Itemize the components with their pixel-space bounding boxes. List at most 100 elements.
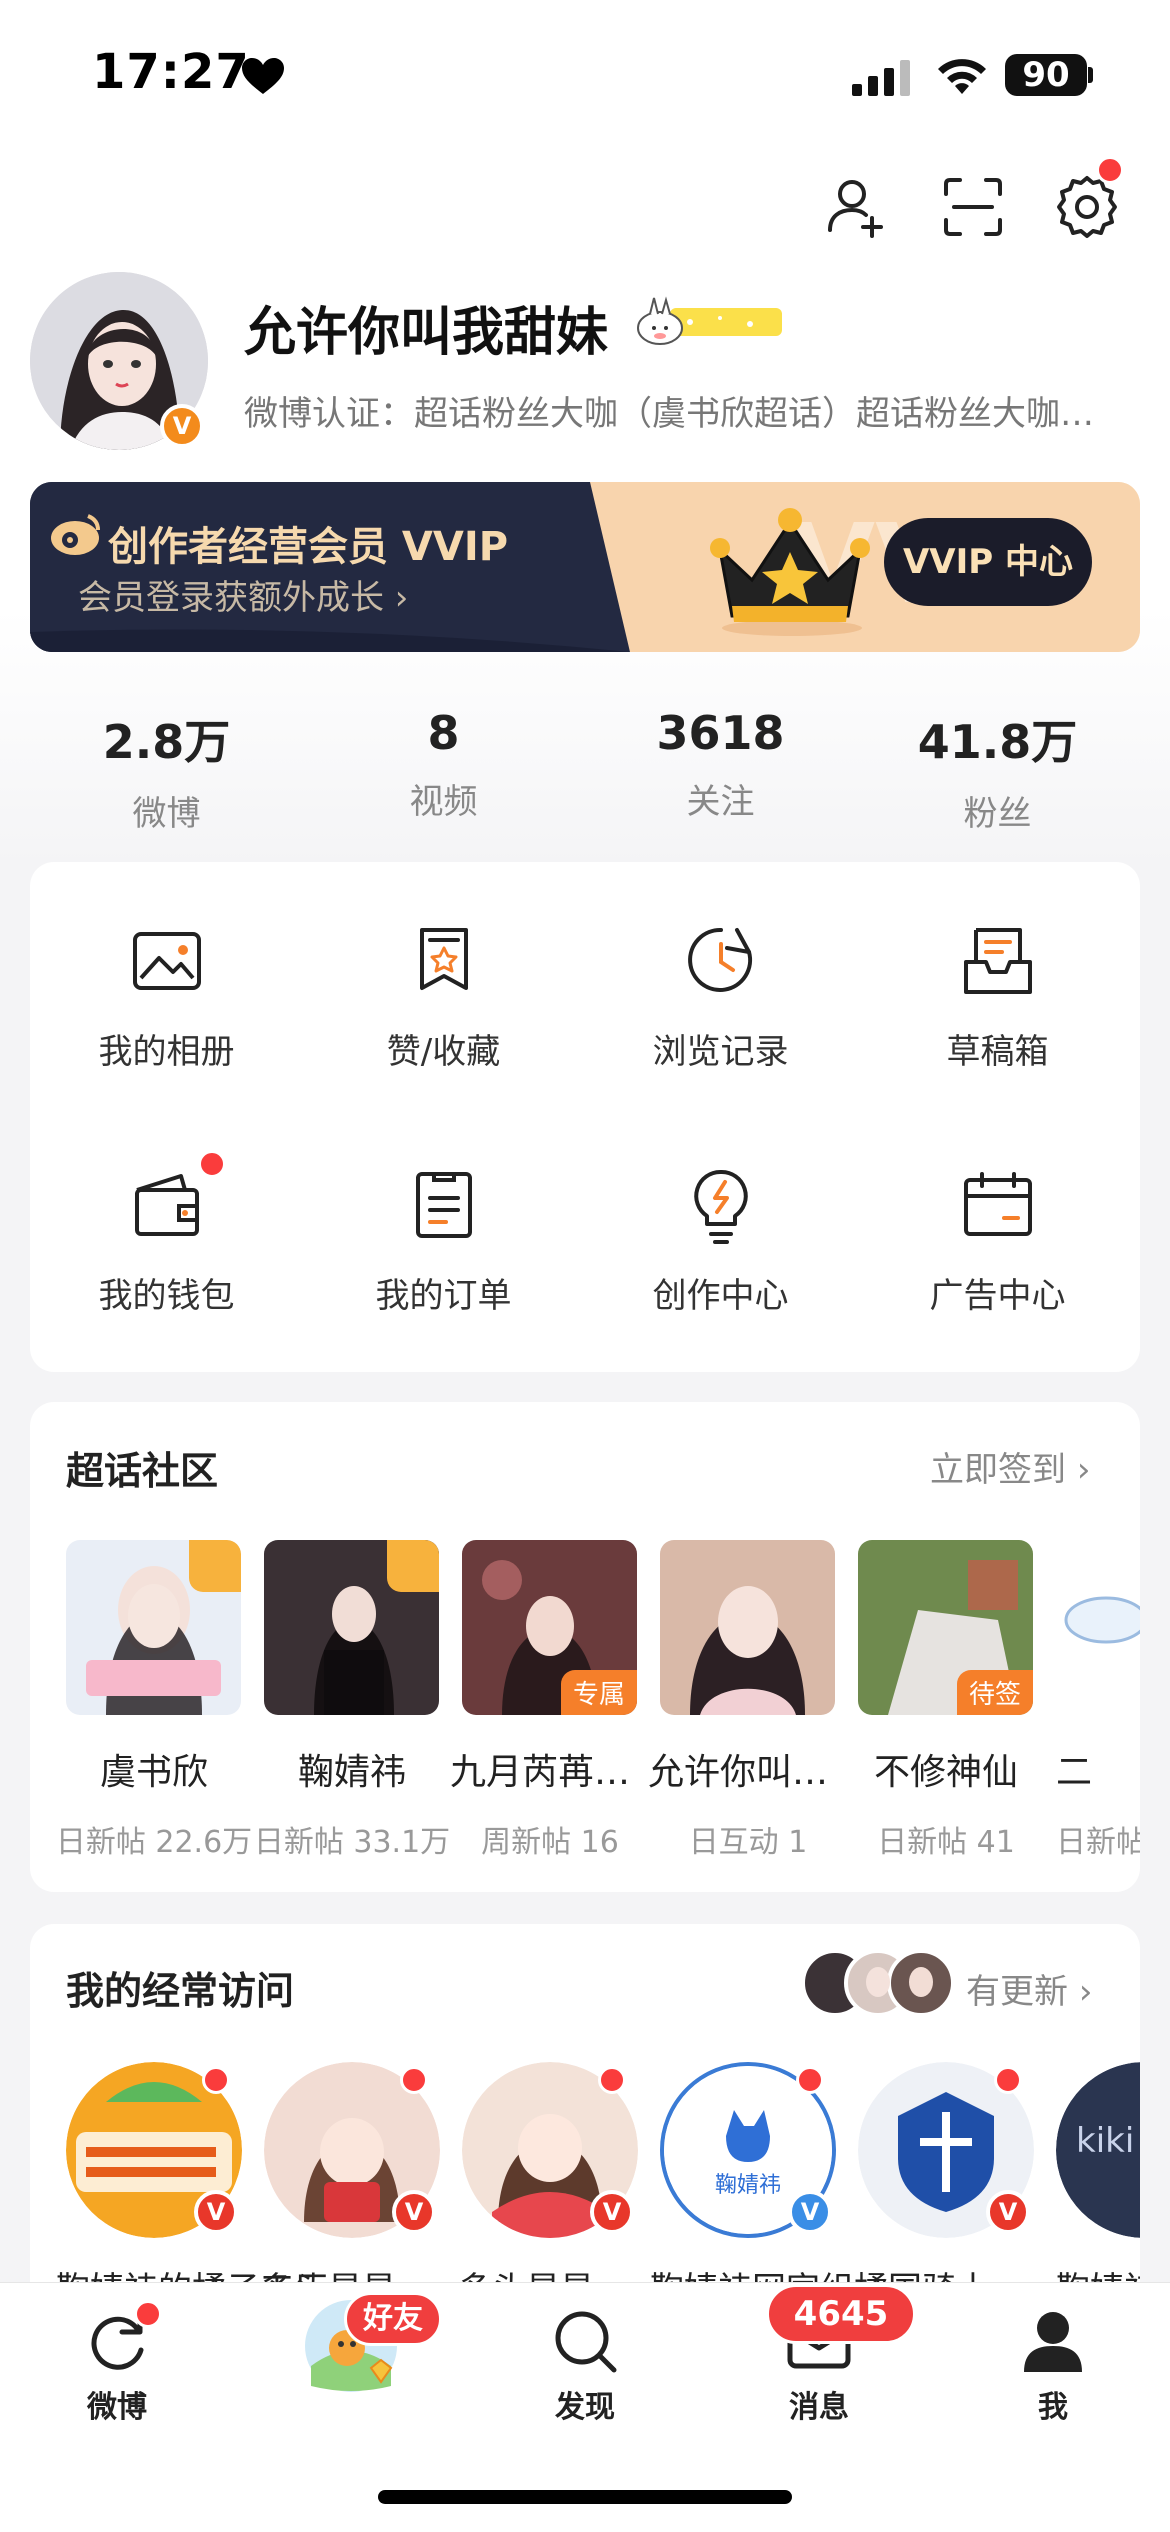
frequent-item[interactable]: V 橘国骑士 — [854, 2062, 1034, 2310]
stat-label: 微博 — [132, 794, 201, 834]
tool-ad-center[interactable]: 广告中心 — [859, 1166, 1136, 1317]
frequent-avatar: kiki — [1056, 2062, 1140, 2238]
tool-label: 浏览记录 — [652, 1032, 789, 1072]
history-icon — [687, 927, 752, 992]
profile-icon — [1024, 2312, 1082, 2372]
updated-avatars — [801, 1949, 955, 2017]
messages-badge: 4645 — [766, 2284, 916, 2344]
topic-meta: 日新帖 41 — [877, 1825, 1015, 1860]
heart-badge-icon — [387, 1540, 439, 1592]
bookmark-icon — [419, 928, 468, 990]
topic-item[interactable]: 专属 九月芮苒苒超话 周新帖 16 — [450, 1540, 650, 1861]
verified-badge: V — [986, 2190, 1030, 2234]
add-friend-icon[interactable] — [822, 172, 892, 242]
checkin-link[interactable]: 立即签到 › — [930, 1442, 1090, 1491]
tool-history[interactable]: 浏览记录 — [582, 922, 859, 1073]
verified-badge: V — [160, 404, 204, 448]
tool-drafts[interactable]: 草稿箱 — [859, 922, 1136, 1073]
supertopic-title: 超话社区 — [66, 1449, 219, 1493]
updates-link[interactable]: 有更新 › — [966, 1964, 1092, 2013]
topic-image — [660, 1540, 835, 1715]
heart-icon — [242, 58, 284, 94]
tab-label: 发现 — [555, 2390, 615, 2425]
tab-discover[interactable]: 发现 — [468, 2306, 702, 2426]
order-icon — [415, 1172, 472, 1238]
topic-meta: 日新帖 22.6万 — [55, 1825, 253, 1860]
vvip-center-button[interactable]: VVIP 中心 — [884, 518, 1092, 606]
frequent-item[interactable]: V 鞠婧祎的橘子工厂 — [56, 2062, 328, 2310]
stat-label: 关注 — [686, 782, 755, 822]
vvip-logo-icon — [51, 514, 100, 555]
tool-label: 广告中心 — [929, 1276, 1066, 1316]
stat-value: 2.8万 — [102, 715, 231, 769]
topic-image: 待签 — [858, 1540, 1033, 1715]
topic-meta: 日新帖 — [1056, 1825, 1140, 1860]
tool-favorites[interactable]: 赞/收藏 — [305, 922, 582, 1073]
battery-cap — [1088, 67, 1093, 83]
frequent-title: 我的经常访问 — [66, 1969, 295, 2013]
frequent-item[interactable]: kiki 鞠婧祎 — [1056, 2062, 1140, 2312]
search-icon — [555, 2311, 617, 2373]
scan-icon[interactable] — [938, 172, 1008, 242]
stat-video[interactable]: 8 视频 — [305, 706, 582, 823]
heart-badge-icon — [189, 1540, 241, 1592]
topic-meta: 周新帖 16 — [481, 1825, 619, 1860]
tab-me[interactable]: 我 — [936, 2306, 1170, 2426]
stat-weibo[interactable]: 2.8万 微博 — [28, 706, 305, 835]
wallet-icon — [134, 1174, 199, 1236]
update-dot — [202, 2066, 230, 2094]
stat-value: 3618 — [656, 706, 785, 760]
vvip-subtitle[interactable]: 会员登录获额外成长 › — [78, 570, 408, 619]
update-dot — [796, 2066, 824, 2094]
chevron-right-icon: › — [1078, 1972, 1093, 2012]
settings-notification-dot — [1096, 156, 1124, 184]
topic-image — [66, 1540, 241, 1715]
verified-badge: V — [590, 2190, 634, 2234]
topic-name: 允许你叫我甜妹 — [648, 1752, 848, 1793]
topic-item[interactable]: 二 日新帖 — [1056, 1540, 1140, 1861]
wallet-notification-dot — [198, 1150, 226, 1178]
topic-name: 虞书欣 — [99, 1752, 208, 1793]
verified-badge: V — [788, 2190, 832, 2234]
verified-badge: V — [194, 2190, 238, 2234]
tab-weibo[interactable]: 微博 — [0, 2306, 234, 2426]
tool-label: 创作中心 — [652, 1276, 789, 1316]
topic-image — [264, 1540, 439, 1715]
topic-tag: 待签 — [956, 1670, 1033, 1715]
signal-icon — [852, 60, 910, 96]
topic-item[interactable]: 允许你叫我甜妹 日互动 1 — [648, 1540, 848, 1861]
topic-meta: 日新帖 33.1万 — [253, 1825, 451, 1860]
tab-label: 微博 — [87, 2390, 147, 2425]
stat-label: 粉丝 — [963, 794, 1032, 834]
topic-image — [1056, 1540, 1140, 1715]
tool-orders[interactable]: 我的订单 — [305, 1166, 582, 1317]
battery-indicator: 90 — [1005, 54, 1087, 96]
topic-item[interactable]: 鞠婧祎 日新帖 33.1万 — [254, 1540, 450, 1861]
update-dot — [994, 2066, 1022, 2094]
tool-wallet[interactable]: 我的钱包 — [28, 1166, 305, 1317]
stat-following[interactable]: 3618 关注 — [582, 706, 859, 823]
photo-icon — [132, 932, 201, 990]
frequent-item[interactable]: 鞠婧祎 V 鞠婧祎网宣组 — [650, 2062, 854, 2310]
topic-meta: 日互动 1 — [688, 1825, 808, 1860]
frequent-item[interactable]: V 多头星星 — [260, 2062, 440, 2310]
weibo-notification-dot — [134, 2300, 162, 2328]
tool-label: 草稿箱 — [946, 1032, 1049, 1072]
topic-item[interactable]: 虞书欣 日新帖 22.6万 — [56, 1540, 252, 1861]
topic-name: 九月芮苒苒超话 — [450, 1752, 650, 1793]
svg-text:鞠婧祎: 鞠婧祎 — [715, 2173, 781, 2198]
updates-label: 有更新 — [966, 1972, 1068, 2012]
tab-label: 我 — [1038, 2390, 1068, 2425]
tool-label: 赞/收藏 — [386, 1032, 501, 1072]
svg-text:kiki: kiki — [1076, 2121, 1134, 2161]
home-indicator — [378, 2490, 792, 2504]
verification-text[interactable]: 微博认证：超话粉丝大咖（虞书欣超话）超话粉丝大咖（鞠婧祎超话） — [244, 386, 1124, 435]
frequent-item[interactable]: V 多头星星 — [458, 2062, 638, 2310]
tool-album[interactable]: 我的相册 — [28, 922, 305, 1073]
stat-label: 视频 — [409, 782, 478, 822]
topic-item[interactable]: 待签 不修神仙 日新帖 41 — [858, 1540, 1033, 1861]
tool-creator-center[interactable]: 创作中心 — [582, 1166, 859, 1317]
stat-followers[interactable]: 41.8万 粉丝 — [859, 706, 1136, 835]
bulb-icon — [693, 1169, 748, 1244]
stat-value: 8 — [427, 706, 460, 760]
